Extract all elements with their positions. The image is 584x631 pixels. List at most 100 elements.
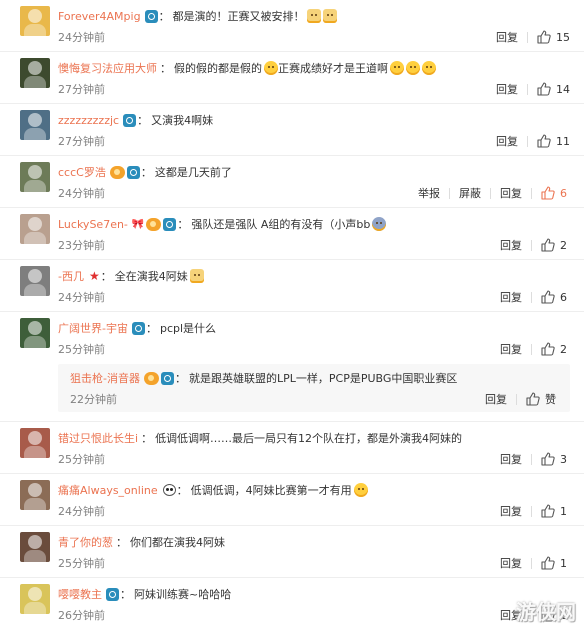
comment-item: Forever4AMpig ： 都是演的！正赛又被安排！ 24分钟前 回复 15 bbox=[0, 0, 584, 52]
avatar[interactable] bbox=[20, 428, 50, 458]
divider bbox=[527, 31, 528, 43]
like-count: 2 bbox=[560, 238, 567, 252]
level-badge-icon bbox=[143, 371, 159, 385]
comment-item: 广阔世界-宇宙 ： pcpl是什么 25分钟前 回复 2 狙击枪-消音器 ： 就… bbox=[0, 312, 584, 422]
pig-face-emoji bbox=[322, 9, 337, 23]
reply-button[interactable]: 回复 bbox=[500, 555, 522, 571]
divider bbox=[527, 83, 528, 95]
timestamp: 25分钟前 bbox=[58, 343, 105, 356]
comment-line: LuckySe7en- 🎀 ： 强队还是强队 A组的有没有（小声bb bbox=[58, 215, 387, 233]
laughing-emoji bbox=[422, 61, 436, 75]
username-link[interactable]: -西几 bbox=[58, 268, 84, 284]
username-link[interactable]: 错过只恨此长生i bbox=[58, 430, 138, 446]
comment-text-continued: 正赛成绩好才是王道啊 bbox=[278, 62, 388, 75]
colon: ： bbox=[100, 270, 112, 283]
colon: ： bbox=[176, 484, 188, 497]
comment-line: 嘤嘤教主 ： 阿妹训练赛~哈哈哈 bbox=[58, 585, 231, 603]
like-count: 1 bbox=[560, 556, 567, 570]
divider bbox=[531, 239, 532, 251]
comment-item: zzzzzzzzzjc ： 又演我4啊妹 27分钟前 回复 11 bbox=[0, 104, 584, 156]
reply-button[interactable]: 回复 bbox=[500, 341, 522, 357]
reply-button[interactable]: 回复 bbox=[500, 451, 522, 467]
comment-actions: 回复 14 bbox=[496, 81, 570, 97]
whisper-emoji bbox=[372, 217, 387, 231]
level-badge-icon bbox=[109, 165, 125, 179]
avatar[interactable] bbox=[20, 266, 50, 296]
verified-icon bbox=[126, 165, 140, 179]
watermark-logo: 游侠网 bbox=[516, 600, 576, 624]
comment-line: 青了你的葱 ： 你们都在演我4阿妹 bbox=[58, 533, 225, 551]
thumbs-up-icon[interactable] bbox=[537, 82, 551, 96]
pig-face-emoji bbox=[306, 9, 321, 23]
verified-icon bbox=[123, 113, 137, 127]
comment-item: -西几 ★ ： 全在演我4阿妹 24分钟前 回复 6 bbox=[0, 260, 584, 312]
username-link[interactable]: LuckySe7en- bbox=[58, 218, 128, 231]
thumbs-up-icon[interactable] bbox=[541, 238, 555, 252]
avatar[interactable] bbox=[20, 214, 50, 244]
colon: ： bbox=[141, 432, 153, 445]
username-link[interactable]: 痛痛Always_online bbox=[58, 482, 158, 498]
avatar[interactable] bbox=[20, 480, 50, 510]
username-link[interactable]: 狙击枪-消音器 bbox=[70, 370, 140, 386]
comment-text: 你们都在演我4阿妹 bbox=[130, 536, 225, 549]
like-count: 3 bbox=[560, 452, 567, 466]
comment-actions: 回复 15 bbox=[496, 29, 570, 45]
username-link[interactable]: 嘤嘤教主 bbox=[58, 586, 102, 602]
reply-button[interactable]: 回复 bbox=[500, 185, 522, 201]
timestamp: 25分钟前 bbox=[58, 557, 105, 570]
comment-item: 痛痛Always_online ： 低调低调，4阿妹比赛第一才有用 24分钟前 … bbox=[0, 474, 584, 526]
like-count: 6 bbox=[560, 290, 567, 304]
avatar[interactable] bbox=[20, 532, 50, 562]
reply-button[interactable]: 回复 bbox=[500, 289, 522, 305]
avatar[interactable] bbox=[20, 58, 50, 88]
avatar[interactable] bbox=[20, 162, 50, 192]
avatar[interactable] bbox=[20, 318, 50, 348]
reply-button[interactable]: 回复 bbox=[500, 503, 522, 519]
thumbs-up-icon[interactable] bbox=[541, 342, 555, 356]
laughing-emoji bbox=[264, 61, 278, 75]
thumbs-up-icon[interactable] bbox=[526, 392, 540, 406]
comment-item: 嘤嘤教主 ： 阿妹训练赛~哈哈哈 26分钟前 回复 1 bbox=[0, 578, 584, 630]
username-link[interactable]: zzzzzzzzzjc bbox=[58, 114, 119, 127]
like-button[interactable]: 赞 bbox=[545, 391, 556, 407]
thumbs-up-icon[interactable] bbox=[537, 134, 551, 148]
comment-text: 都是演的！正赛又被安排！ bbox=[172, 10, 305, 23]
panda-icon bbox=[162, 484, 176, 496]
thumbs-up-icon[interactable] bbox=[541, 556, 555, 570]
username-link[interactable]: 懊悔复习法应用大师 bbox=[58, 60, 157, 76]
thumbs-up-icon[interactable] bbox=[541, 504, 555, 518]
avatar[interactable] bbox=[20, 110, 50, 140]
comment-line: zzzzzzzzzjc ： 又演我4啊妹 bbox=[58, 111, 213, 129]
reply-button[interactable]: 回复 bbox=[496, 133, 518, 149]
reply-button[interactable]: 回复 bbox=[496, 29, 518, 45]
avatar[interactable] bbox=[20, 6, 50, 36]
colon: ： bbox=[145, 322, 157, 335]
avatar[interactable] bbox=[20, 584, 50, 614]
verified-icon bbox=[163, 217, 177, 231]
username-link[interactable]: Forever4AMpig bbox=[58, 10, 141, 23]
colon: ： bbox=[116, 536, 127, 549]
username-link[interactable]: cccC罗浩 bbox=[58, 164, 106, 180]
verified-icon bbox=[144, 9, 158, 23]
username-link[interactable]: 广阔世界-宇宙 bbox=[58, 320, 128, 336]
reply-button[interactable]: 回复 bbox=[485, 391, 507, 407]
thumbs-up-icon[interactable] bbox=[541, 290, 555, 304]
comment-line: 错过只恨此长生i ： 低调低调啊……最后一局只有12个队在打，都是外演我4阿妹的 bbox=[58, 429, 462, 447]
colon: ： bbox=[140, 166, 152, 179]
reply-button[interactable]: 回复 bbox=[496, 81, 518, 97]
comment-text: 全在演我4阿妹 bbox=[114, 270, 188, 283]
block-button[interactable]: 屏蔽 bbox=[459, 185, 481, 201]
divider bbox=[531, 343, 532, 355]
thumbs-up-icon[interactable] bbox=[537, 30, 551, 44]
thumbs-up-icon[interactable] bbox=[541, 452, 555, 466]
thumbs-up-icon[interactable] bbox=[541, 186, 555, 200]
comment-line: Forever4AMpig ： 都是演的！正赛又被安排！ bbox=[58, 7, 337, 25]
comment-actions: 回复 2 bbox=[500, 341, 570, 357]
bow-icon: 🎀 bbox=[131, 218, 145, 230]
username-link[interactable]: 青了你的葱 bbox=[58, 534, 113, 550]
comment-actions: 回复 1 bbox=[500, 555, 570, 571]
report-button[interactable]: 举报 bbox=[418, 185, 440, 201]
comment-actions: 举报 屏蔽 回复 6 bbox=[418, 185, 570, 201]
comment-text: 低调低调啊……最后一局只有12个队在打，都是外演我4阿妹的 bbox=[155, 432, 463, 445]
reply-button[interactable]: 回复 bbox=[500, 237, 522, 253]
